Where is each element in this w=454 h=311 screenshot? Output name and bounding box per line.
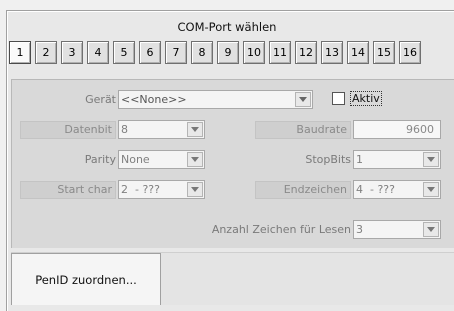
- anzahl-value: 3: [356, 223, 363, 236]
- anzahl-combo[interactable]: 3: [353, 220, 441, 239]
- geraet-label: Gerät: [85, 93, 116, 106]
- tab-com-11[interactable]: 11: [269, 41, 291, 64]
- parity-value: None: [121, 153, 150, 166]
- tab-com-3[interactable]: 3: [61, 41, 83, 64]
- tab-com-2[interactable]: 2: [35, 41, 57, 64]
- penid-assign-button[interactable]: PenID zuordnen...: [11, 253, 161, 305]
- aktiv-label[interactable]: Aktiv: [350, 91, 382, 106]
- tab-com-5[interactable]: 5: [113, 41, 135, 64]
- endzeichen-value: 4 - ???: [356, 183, 395, 196]
- geraet-value: <<None>>: [121, 93, 187, 106]
- settings-panel: Gerät <<None>> Aktiv Datenbit 8 Baudrate…: [11, 79, 454, 248]
- tab-com-16[interactable]: 16: [399, 41, 421, 64]
- chevron-down-icon[interactable]: [423, 182, 439, 197]
- com-port-tabs: 1 2 3 4 5 6 7 8 9 10 11 12 13 14 15 16: [9, 41, 425, 67]
- parity-label: Parity: [84, 153, 116, 166]
- baudrate-label: Baudrate: [255, 121, 351, 139]
- button-bar: PenID zuordnen...: [11, 252, 454, 305]
- tab-com-4[interactable]: 4: [87, 41, 109, 64]
- datenbit-combo[interactable]: 8: [118, 120, 205, 139]
- chevron-down-icon[interactable]: [187, 122, 203, 137]
- chevron-down-icon[interactable]: [423, 152, 439, 167]
- chevron-down-icon[interactable]: [187, 182, 203, 197]
- baudrate-field[interactable]: 9600: [353, 120, 441, 139]
- datenbit-label: Datenbit: [20, 121, 116, 139]
- startchar-combo[interactable]: 2 - ???: [118, 180, 205, 199]
- stopbits-combo[interactable]: 1: [353, 150, 441, 169]
- chevron-down-icon[interactable]: [295, 92, 311, 107]
- endzeichen-combo[interactable]: 4 - ???: [353, 180, 441, 199]
- tab-com-9[interactable]: 9: [217, 41, 239, 64]
- endzeichen-label: Endzeichen: [255, 181, 351, 199]
- tab-com-6[interactable]: 6: [139, 41, 161, 64]
- dialog-title: COM-Port wählen: [177, 20, 277, 34]
- tab-com-14[interactable]: 14: [347, 41, 369, 64]
- tab-com-12[interactable]: 12: [295, 41, 317, 64]
- aktiv-checkbox[interactable]: [332, 92, 345, 105]
- tab-com-15[interactable]: 15: [373, 41, 395, 64]
- tab-com-13[interactable]: 13: [321, 41, 343, 64]
- parity-combo[interactable]: None: [118, 150, 205, 169]
- startchar-label: Start char: [20, 181, 116, 199]
- tab-com-8[interactable]: 8: [191, 41, 213, 64]
- tab-com-7[interactable]: 7: [165, 41, 187, 64]
- tab-com-1[interactable]: 1: [9, 41, 31, 64]
- chevron-down-icon[interactable]: [423, 222, 439, 237]
- anzahl-label: Anzahl Zeichen für Lesen: [211, 223, 351, 236]
- stopbits-label: StopBits: [305, 153, 351, 166]
- tab-com-10[interactable]: 10: [243, 41, 265, 64]
- datenbit-value: 8: [121, 123, 128, 136]
- chevron-down-icon[interactable]: [187, 152, 203, 167]
- stopbits-value: 1: [356, 153, 363, 166]
- geraet-combo[interactable]: <<None>>: [118, 90, 313, 109]
- startchar-value: 2 - ???: [121, 183, 160, 196]
